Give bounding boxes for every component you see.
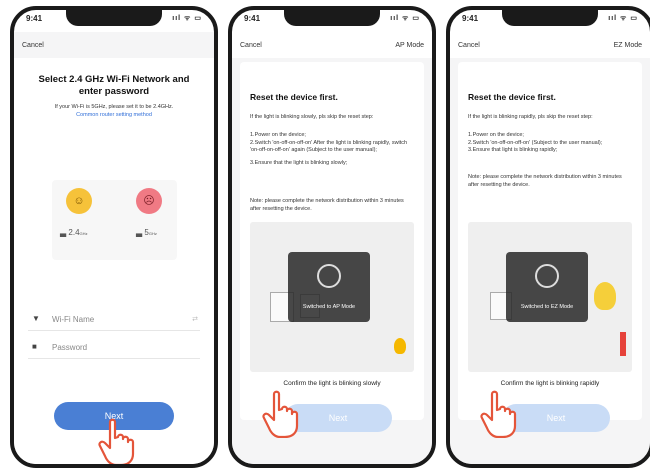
phone-wifi-setup: 9:41 ııl ᯤ ▭ Cancel Select 2.4 GHz Wi-Fi… — [10, 6, 218, 468]
wifi-name-field[interactable]: ▼ Wi-Fi Name ⇄ — [28, 310, 200, 331]
mode-switch-button[interactable]: AP Mode — [395, 42, 424, 49]
ok-face-icon: ☺ — [66, 188, 92, 214]
page-title: Reset the device first. — [250, 92, 338, 102]
hint-line: If your Wi-Fi is 5GHz, please set it to … — [54, 104, 174, 110]
router-icon: ▃ — [60, 228, 67, 237]
lock-icon: ■ — [32, 342, 37, 351]
router-5-label: ▃ 5GHz — [136, 228, 157, 237]
cancel-button[interactable]: Cancel — [240, 42, 262, 49]
hint-text: If your Wi-Fi is 5GHz, please set it to … — [24, 104, 204, 119]
band-ok-value: 2.4 — [68, 228, 80, 237]
title-line-2: enter password — [78, 86, 150, 97]
steps-list: 1.Power on the device; 2.Switch 'on-off-… — [250, 132, 414, 167]
top-bar: Cancel — [14, 32, 214, 58]
band-illustration: ☺ ☹ ▃ 2.4GHz ▃ 5GHz — [52, 180, 177, 260]
page-title: Reset the device first. — [468, 92, 556, 102]
instruction-card: Reset the device first. If the light is … — [458, 62, 642, 420]
wifi-switch-icon[interactable]: ⇄ — [192, 315, 198, 323]
band-bad-unit: GHz — [148, 231, 157, 236]
confirm-checkbox[interactable]: Confirm the light is blinking rapidly — [474, 380, 626, 387]
router-setting-link[interactable]: Common router setting method — [24, 112, 204, 120]
mode-toast: Switched to AP Mode — [288, 252, 370, 322]
cancel-button[interactable]: Cancel — [458, 42, 480, 49]
cancel-button[interactable]: Cancel — [22, 42, 44, 49]
wifi-icon: ▼ — [32, 314, 40, 323]
status-time: 9:41 — [462, 14, 479, 23]
shield-check-icon — [317, 264, 341, 288]
lamp-icon — [620, 332, 626, 356]
page-title: Select 2.4 GHz Wi-Fi Network and enter p… — [24, 74, 204, 98]
step-3: 3.Ensure that the light is blinking slow… — [250, 159, 348, 166]
wifi-screen: Cancel Select 2.4 GHz Wi-Fi Network and … — [14, 32, 214, 464]
password-field[interactable]: ■ Password — [28, 338, 200, 359]
reset-screen: Cancel AP Mode Reset the device first. I… — [232, 32, 432, 464]
confirm-label: Confirm the light is blinking rapidly — [500, 380, 600, 387]
next-button[interactable]: Next — [284, 404, 392, 432]
top-bar: Cancel EZ Mode — [450, 32, 650, 58]
step-1: 1.Power on the device; — [468, 132, 524, 138]
mode-switch-button[interactable]: EZ Mode — [614, 42, 642, 49]
status-bar: 9:41 ııl ᯤ ▭ — [26, 14, 202, 28]
top-bar: Cancel AP Mode — [232, 32, 432, 58]
status-time: 9:41 — [244, 14, 261, 23]
router-icon: ▃ — [136, 228, 143, 237]
confirm-label: Confirm the light is blinking slowly — [283, 380, 381, 387]
pointing-hand-icon — [480, 390, 517, 438]
phone-ez-mode: 9:41 ııl ᯤ ▭ Cancel EZ Mode Reset the de… — [446, 6, 650, 468]
note-text: Note: please complete the network distri… — [250, 198, 404, 212]
step-2: 2.Switch 'on-off-on-off-on' (Subject to … — [468, 139, 603, 146]
intro-text: If the light is blinking slowly, pls ski… — [250, 114, 374, 120]
wifi-name-placeholder: Wi-Fi Name — [52, 315, 95, 324]
instruction-card: Reset the device first. If the light is … — [240, 62, 424, 420]
reset-screen: Cancel EZ Mode Reset the device first. I… — [450, 32, 650, 464]
status-icons: ııl ᯤ ▭ — [608, 15, 638, 22]
status-bar: 9:41 ııl ᯤ ▭ — [462, 14, 638, 28]
note-text: Note: please complete the network distri… — [468, 174, 622, 188]
toast-text: Switched to AP Mode — [302, 304, 356, 310]
status-icons: ııl ᯤ ▭ — [390, 15, 420, 22]
next-button[interactable]: Next — [502, 404, 610, 432]
band-ok-unit: GHz — [79, 231, 88, 236]
step-1: 1.Power on the device; — [250, 132, 306, 138]
bad-face-icon: ☹ — [136, 188, 162, 214]
status-time: 9:41 — [26, 14, 43, 23]
password-placeholder: Password — [52, 343, 88, 352]
pointing-hand-icon — [98, 418, 135, 464]
steps-list: 1.Power on the device; 2.Switch 'on-off-… — [468, 132, 632, 155]
bulb-icon — [594, 282, 616, 310]
intro-text: If the light is blinking rapidly, pls sk… — [468, 114, 593, 120]
phone-ap-mode: 9:41 ııl ᯤ ▭ Cancel AP Mode Reset the de… — [228, 6, 436, 468]
title-line-1: Select 2.4 GHz Wi-Fi Network and — [38, 74, 190, 85]
step-3: 3.Ensure that light is blinking rapidly; — [468, 147, 558, 153]
confirm-checkbox[interactable]: Confirm the light is blinking slowly — [256, 380, 408, 387]
step-2: 2.Switch 'on-off-on-off-on' After the li… — [250, 139, 408, 154]
status-bar: 9:41 ııl ᯤ ▭ — [244, 14, 420, 28]
mode-toast: Switched to EZ Mode — [506, 252, 588, 322]
status-icons: ııl ᯤ ▭ — [172, 15, 202, 22]
pointing-hand-icon — [262, 390, 299, 438]
toast-text: Switched to EZ Mode — [520, 304, 574, 310]
router-24-label: ▃ 2.4GHz — [60, 228, 88, 237]
bulb-icon — [394, 338, 406, 354]
shield-check-icon — [535, 264, 559, 288]
